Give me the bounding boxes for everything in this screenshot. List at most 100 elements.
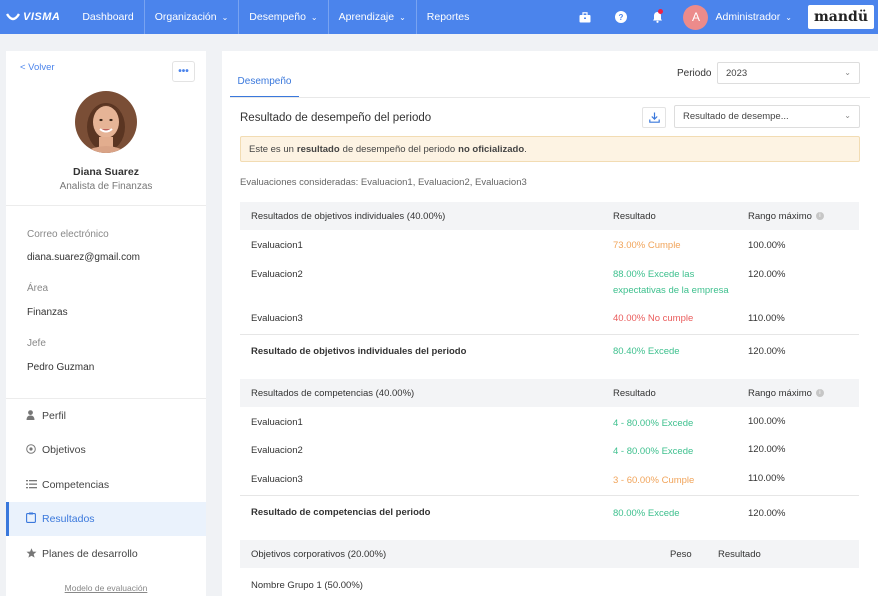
sidebar-item-label: Competencias	[42, 479, 110, 491]
nav-desempeno[interactable]: Desempeño ⌄	[239, 0, 327, 34]
alert-text-bold: resultado	[296, 143, 340, 155]
period-select-value: 2023	[726, 67, 748, 79]
profile-sidebar: < Volver ••• Diana Suarez Analista de Fi…	[6, 51, 206, 596]
nav-dashboard[interactable]: Dashboard	[72, 0, 143, 34]
chevron-down-icon: ⌄	[310, 12, 318, 22]
email-label: Correo electrónico	[27, 229, 109, 240]
nav-reportes[interactable]: Reportes	[417, 0, 480, 34]
table-row-name: Evaluacion1	[251, 417, 303, 428]
corporate-header-title: Objetivos corporativos (20.00%)	[251, 548, 387, 560]
user-avatar[interactable]: A	[683, 4, 709, 30]
visma-logo[interactable]: VISMA	[6, 11, 60, 23]
user-menu-label[interactable]: Administrador	[715, 11, 780, 23]
download-button[interactable]	[642, 107, 666, 128]
period-label: Periodo	[677, 68, 712, 79]
range-column-label: Rango máximo	[748, 210, 812, 222]
mandu-logo: mandü	[807, 5, 874, 29]
chevron-down-icon[interactable]: ⌄	[785, 13, 792, 22]
back-link[interactable]: < Volver	[20, 62, 55, 73]
nav-organizacion[interactable]: Organización ⌄	[145, 0, 239, 34]
objectives-total-result: 80.40% Excede	[613, 346, 680, 357]
alert-text: de desempeño del periodo	[342, 143, 456, 155]
alert-text-bold: no oficializado	[458, 143, 525, 155]
table-row-result: 73.00% Cumple	[613, 240, 681, 251]
table-row-range: 110.00%	[748, 313, 785, 324]
range-column-header: Rango máximo i	[748, 209, 824, 224]
result-column-header: Resultado	[718, 548, 761, 560]
period-select[interactable]: 2023 ⌄	[717, 62, 860, 84]
table-row-result: 88.00% Excede las	[613, 269, 695, 280]
table-row-name: Evaluacion1	[251, 240, 303, 251]
table-row-name: Evaluacion3	[251, 313, 303, 324]
chevron-down-icon: ⌄	[844, 111, 851, 120]
area-label: Área	[27, 283, 49, 294]
chevron-down-icon: ⌄	[844, 68, 851, 77]
help-icon[interactable]: ?	[603, 0, 639, 34]
result-type-select[interactable]: Resultado de desempe... ⌄	[674, 105, 860, 128]
objectives-header-title: Resultados de objetivos individuales (40…	[251, 210, 446, 222]
target-icon	[26, 443, 42, 457]
table-row-range: 100.00%	[748, 240, 786, 251]
sidebar-item-label: Planes de desarrollo	[42, 548, 138, 560]
top-navigation-bar: VISMA Dashboard Organización ⌄ Desempeño ⌄…	[0, 0, 878, 34]
table-row-result: 40.00% No cumple	[613, 313, 694, 324]
range-column-header: Rango máximo i	[748, 386, 824, 401]
sidebar-item-label: Resultados	[42, 513, 95, 525]
competencies-table-header: Resultados de competencias (40.00%) Resu…	[240, 379, 859, 407]
unofficial-alert: Este es un resultado de desempeño del pe…	[240, 136, 860, 162]
info-icon[interactable]: i	[815, 388, 824, 397]
main-nav: Dashboard Organización ⌄ Desempeño ⌄ Apren…	[72, 0, 479, 34]
result-column-header: Resultado	[613, 210, 656, 222]
evaluations-considered: Evaluaciones consideradas: Evaluacion1, …	[240, 177, 527, 188]
area-value: Finanzas	[27, 307, 68, 318]
sidebar-item-perfil[interactable]: Perfil	[6, 399, 206, 433]
sidebar-item-label: Objetivos	[42, 444, 86, 456]
table-row-name: Evaluacion2	[251, 269, 303, 280]
sidebar-item-objetivos[interactable]: Objetivos	[6, 433, 206, 467]
star-icon	[26, 547, 42, 561]
result-type-select-value: Resultado de desempe...	[683, 111, 789, 122]
table-row-name: Evaluacion3	[251, 474, 303, 485]
boss-value: Pedro Guzman	[27, 362, 95, 373]
nav-aprendizaje[interactable]: Aprendizaje ⌄	[329, 0, 416, 34]
modelo-evaluacion-link[interactable]: Modelo de evaluación	[6, 583, 206, 593]
divider	[6, 205, 206, 206]
range-column-label: Rango máximo	[748, 387, 812, 399]
table-row-result: 4 - 80.00% Excede	[613, 418, 694, 429]
objectives-table-header: Resultados de objetivos individuales (40…	[240, 202, 859, 230]
table-row-name: Evaluacion2	[251, 445, 303, 456]
clipboard-icon	[26, 512, 42, 526]
email-value: diana.suarez@gmail.com	[27, 252, 140, 263]
profile-photo	[75, 91, 137, 153]
row-divider	[240, 495, 859, 496]
more-options-button[interactable]: •••	[172, 61, 195, 82]
sidebar-item-competencias[interactable]: Competencias	[6, 468, 206, 502]
svg-text:?: ?	[619, 13, 624, 22]
nav-aprendizaje-label: Aprendizaje	[338, 11, 395, 23]
tab-underline	[230, 97, 870, 98]
user-role: Analista de Finanzas	[59, 181, 153, 192]
tab-desempeno[interactable]: Desempeño	[230, 67, 299, 98]
table-row-result: 4 - 80.00% Excede	[613, 446, 694, 457]
table-row-range: 100.00%	[748, 416, 786, 427]
table-row-result: 3 - 60.00% Cumple	[613, 475, 695, 486]
person-icon	[26, 409, 42, 423]
info-icon[interactable]: i	[815, 211, 824, 220]
competencies-total-range: 120.00%	[748, 508, 786, 519]
briefcase-icon[interactable]	[567, 0, 603, 34]
sidebar-item-resultados[interactable]: Resultados	[6, 502, 206, 536]
visma-logo-icon	[6, 13, 20, 21]
nav-dashboard-label: Dashboard	[82, 11, 134, 23]
result-column-header: Resultado	[613, 387, 656, 399]
objectives-total-range: 120.00%	[748, 346, 786, 357]
download-icon	[648, 112, 660, 123]
nav-desempeno-label: Desempeño	[249, 11, 306, 23]
table-row-range: 110.00%	[748, 473, 785, 484]
objectives-total-name: Resultado de objetivos individuales del …	[251, 346, 467, 357]
table-row-range: 120.00%	[748, 444, 786, 455]
nav-reportes-label: Reportes	[426, 11, 470, 23]
sidebar-item-planes[interactable]: Planes de desarrollo	[6, 537, 206, 571]
row-divider	[240, 334, 859, 335]
bell-icon[interactable]	[639, 0, 675, 34]
logo-text: VISMA	[23, 11, 61, 23]
